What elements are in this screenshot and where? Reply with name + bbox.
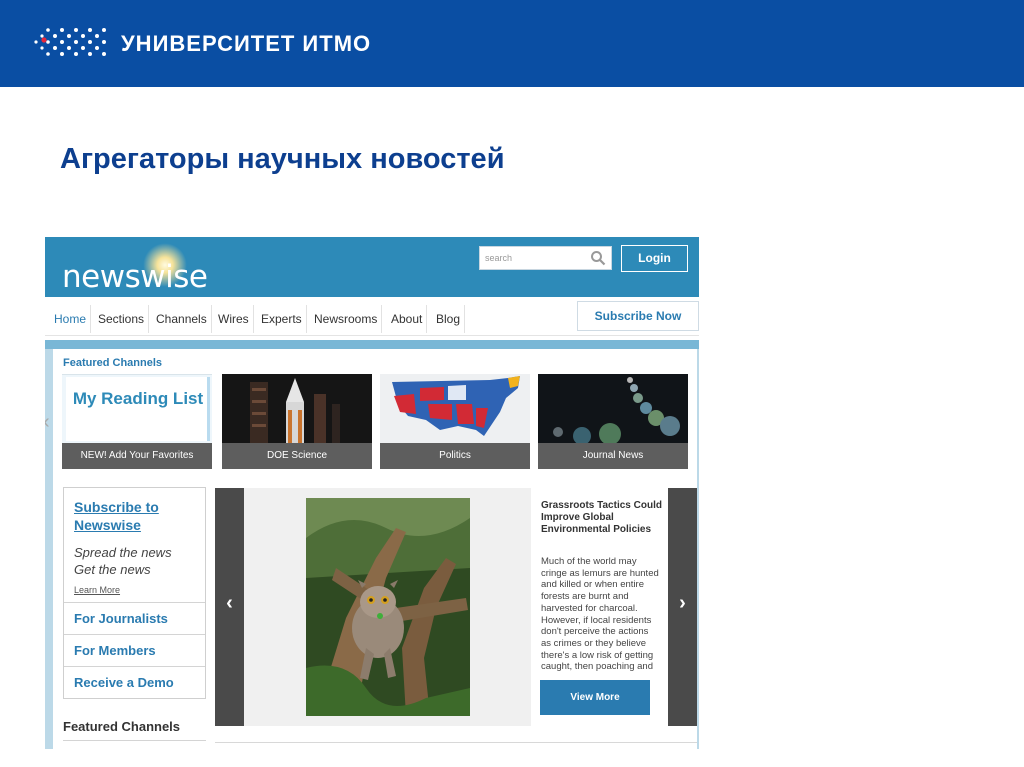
login-button[interactable]: Login [621, 245, 688, 272]
subscribe-link[interactable]: Subscribe to Newswise [74, 498, 199, 534]
nav-channels[interactable]: Channels [152, 305, 212, 333]
nav-wires[interactable]: Wires [214, 305, 254, 333]
for-members-link[interactable]: For Members [64, 634, 205, 666]
divider [63, 740, 206, 741]
view-more-button[interactable]: View More [540, 680, 650, 715]
newswise-screenshot: newswise search Login Home Sections Chan… [45, 237, 699, 749]
magnifier-icon[interactable] [590, 250, 606, 266]
story-body: Much of the world may cringe as lemurs a… [541, 556, 659, 673]
rocket-image [222, 374, 372, 444]
learn-more-link[interactable]: Learn More [74, 585, 120, 595]
channel-tile-politics[interactable]: Politics [380, 374, 530, 469]
right-border [697, 349, 699, 749]
chevron-right-icon[interactable]: › [668, 488, 697, 726]
story-headline[interactable]: Grassroots Tactics Could Improve Global … [541, 500, 663, 536]
top-banner: УНИВЕРСИТЕТ ИТМО [0, 0, 1024, 87]
sidebar-tagline-1: Spread the news [74, 545, 172, 560]
story-panel: Grassroots Tactics Could Improve Global … [531, 488, 668, 726]
lemur-image [306, 498, 470, 716]
nav-blog[interactable]: Blog [432, 305, 466, 333]
nav-experts[interactable]: Experts [257, 305, 307, 333]
channel-tile-reading-list[interactable]: My Reading List NEW! Add Your Favorites [62, 374, 212, 469]
slide: УНИВЕРСИТЕТ ИТМО Агрегаторы научных ново… [0, 0, 1024, 767]
nav-about[interactable]: About [387, 305, 428, 333]
university-name: УНИВЕРСИТЕТ ИТМО [121, 31, 372, 56]
tile-caption: Politics [380, 443, 530, 469]
nav-sections[interactable]: Sections [94, 305, 150, 333]
subscribe-sidebar: Subscribe to Newswise Spread the news Ge… [63, 487, 206, 699]
tile-caption: NEW! Add Your Favorites [62, 443, 212, 469]
subscribe-now-button[interactable]: Subscribe Now [577, 301, 699, 331]
reading-list-panel: My Reading List [66, 377, 210, 441]
divider-bar [45, 340, 699, 349]
featured-channels-heading: Featured Channels [63, 357, 163, 369]
main-nav: Home Sections Channels Wires Experts New… [45, 300, 699, 336]
us-map-image [380, 374, 530, 444]
lemur-photo[interactable] [306, 498, 470, 716]
chevron-left-icon[interactable]: ‹ [45, 411, 57, 433]
itmo-logo-icon [34, 28, 106, 56]
divider [215, 742, 697, 743]
news-carousel: ‹ Grassroots Tactics Could Improve Globa… [215, 488, 697, 726]
channel-tile-doe-science[interactable]: DOE Science [222, 374, 372, 469]
search-placeholder: search [485, 253, 513, 263]
for-journalists-link[interactable]: For Journalists [64, 602, 205, 634]
receive-demo-link[interactable]: Receive a Demo [64, 666, 205, 698]
reading-list-label: My Reading List [72, 389, 204, 408]
featured-channels-footer-heading: Featured Channels [63, 719, 181, 734]
channel-tile-journal-news[interactable]: Journal News [538, 374, 688, 469]
left-border [45, 349, 53, 749]
tile-caption: Journal News [538, 443, 688, 469]
tile-caption: DOE Science [222, 443, 372, 469]
search-input[interactable]: search [479, 246, 612, 270]
newswise-header: newswise search Login [45, 237, 699, 297]
chevron-left-icon[interactable]: ‹ [215, 488, 244, 726]
nav-home[interactable]: Home [50, 305, 92, 333]
sidebar-tagline-2: Get the news [74, 562, 151, 577]
planets-image [538, 374, 688, 444]
slide-title: Агрегаторы научных новостей [60, 143, 505, 175]
newswise-logo[interactable]: newswise [62, 259, 208, 295]
nav-newsrooms[interactable]: Newsrooms [310, 305, 383, 333]
